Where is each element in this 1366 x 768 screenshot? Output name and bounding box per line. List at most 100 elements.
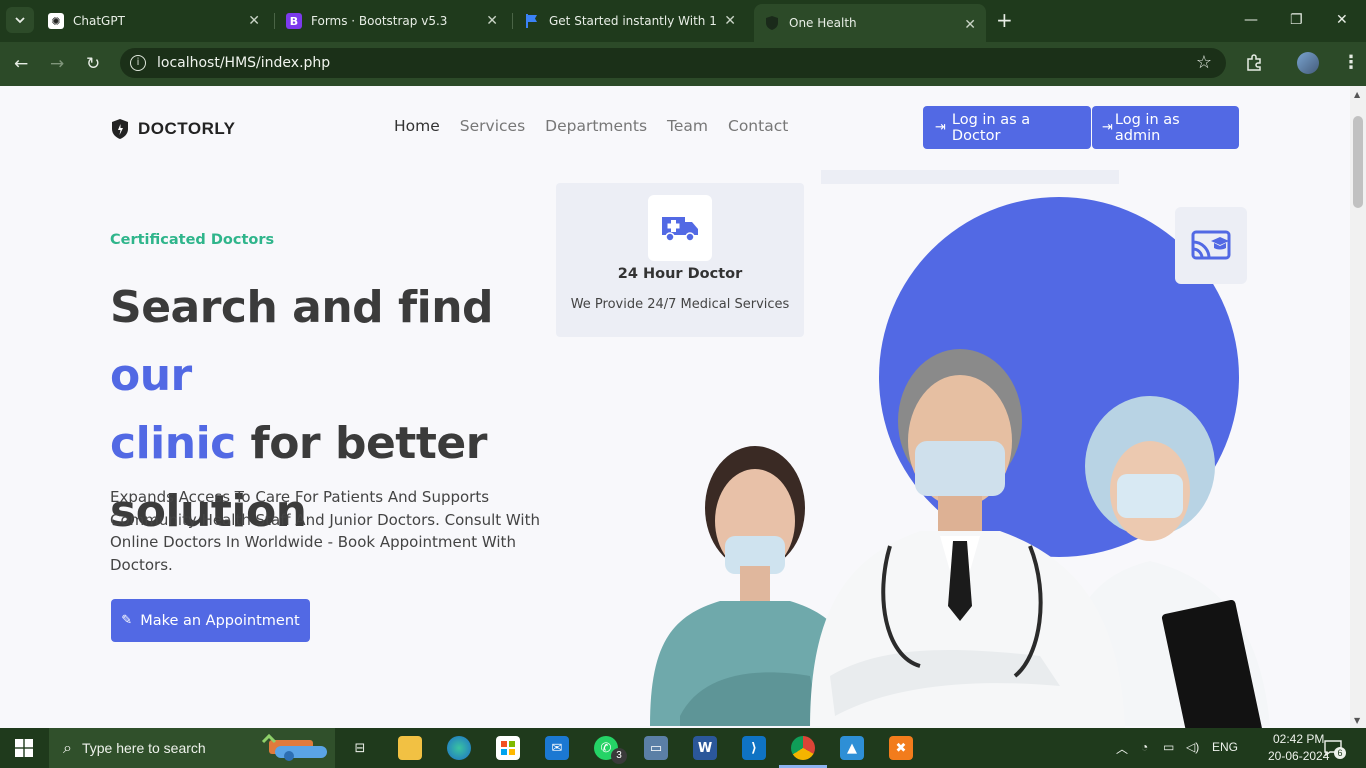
extensions-icon[interactable] [1245,54,1263,72]
tab-chatgpt[interactable]: ✺ ChatGPT ✕ [48,0,270,42]
shield-logo-icon [112,119,128,139]
nav-services[interactable]: Services [460,117,525,135]
laptop-app-icon[interactable]: ▭ [644,736,668,760]
page-scrollbar[interactable]: ▲ ▼ [1350,86,1366,728]
document-icon: ✎ [121,613,133,628]
search-icon: ⌕ [63,738,72,757]
nav-team[interactable]: Team [667,117,708,135]
feature-card-title: 24 Hour Doctor [617,266,743,282]
nav-departments[interactable]: Departments [545,117,647,135]
hero-description: Expands Access To Care For Patients And … [110,488,540,574]
language-indicator[interactable]: ENG [1212,740,1238,754]
close-window-button[interactable]: ✕ [1336,12,1348,28]
close-icon[interactable]: ✕ [248,13,260,29]
tab-one-health[interactable]: One Health ✕ [754,4,986,42]
tab-title: Get Started instantly With 1,000 [549,14,717,28]
tab-title: Forms · Bootstrap v5.3 [311,14,448,28]
clock-date: 20-06-2024 [1268,749,1330,763]
ambulance-icon [662,217,698,242]
photos-icon[interactable]: ▲ [840,736,864,760]
login-icon: ⇥ [935,120,946,135]
system-clock[interactable]: 02:42 PM 20-06-2024 [1268,731,1329,765]
make-appointment-button[interactable]: ✎ Make an Appointment [111,599,310,642]
chatgpt-icon: ✺ [48,13,64,29]
windows-taskbar: ⌕ Type here to search ⊟ ✉ ✆ 3 ▭ W ⟩ ▲ ✖ … [0,728,1366,768]
volume-icon[interactable]: ◁) [1186,740,1199,754]
whatsapp-badge: 3 [611,748,627,764]
chevron-up-icon[interactable]: ︿ [1116,740,1128,757]
browser-toolbar: ← → ↻ i localhost/HMS/index.php ☆ ⋮ [0,42,1366,86]
chrome-icon[interactable] [791,736,815,760]
clock-time: 02:42 PM [1273,732,1325,746]
tab-title: One Health [789,16,857,30]
notifications-button[interactable]: 6 [1322,737,1346,759]
feature-card-24-hour: 24 Hour Doctor We Provide 24/7 Medical S… [556,183,804,337]
new-tab-button[interactable]: + [996,10,1013,30]
bookmark-star-icon[interactable]: ☆ [1196,52,1212,73]
minimize-button[interactable]: — [1244,12,1258,28]
store-icon[interactable] [496,736,520,760]
tab-bootstrap[interactable]: B Forms · Bootstrap v5.3 ✕ [286,0,508,42]
ambulance-icon-box [648,195,712,261]
main-nav: Home Services Departments Team Contact [394,117,788,135]
vscode-icon[interactable]: ⟩ [742,736,766,760]
web-page: DOCTORLY Home Services Departments Team … [0,86,1350,728]
xampp-icon[interactable]: ✖ [889,736,913,760]
hero-highlight-2: clinic [110,418,236,469]
close-icon[interactable]: ✕ [486,13,498,29]
search-highlight-illustration [261,733,327,761]
education-card [1175,207,1247,284]
login-doctor-label: Log in as a Doctor [951,111,1031,144]
scroll-up-icon[interactable]: ▲ [1354,90,1360,99]
site-logo[interactable]: DOCTORLY [110,118,236,140]
task-view-icon[interactable]: ⊟ [348,736,372,760]
notification-count-badge: 6 [1334,747,1346,759]
decorative-strip [821,170,1119,184]
login-icon: ⇥ [1102,120,1113,135]
close-icon[interactable]: ✕ [724,13,736,29]
file-explorer-icon[interactable] [398,736,422,760]
site-info-icon[interactable]: i [130,55,146,71]
tab-separator [274,13,275,29]
windows-start-icon[interactable] [15,739,33,757]
logo-text: DOCTORLY [138,119,236,138]
tab-separator [512,13,513,29]
word-icon[interactable]: W [693,736,717,760]
flag-icon [526,14,537,28]
search-placeholder: Type here to search [81,740,206,756]
chevron-down-icon [15,16,25,23]
address-bar[interactable]: i localhost/HMS/index.php ☆ [120,48,1226,78]
mail-icon[interactable]: ✉ [545,736,569,760]
nav-home[interactable]: Home [394,117,440,135]
edge-icon[interactable] [447,736,471,760]
graduation-cast-icon [1191,230,1231,259]
restore-button[interactable]: ❐ [1290,12,1303,28]
login-admin-button[interactable]: ⇥ Log in as admin [1092,106,1239,149]
url-text[interactable]: localhost/HMS/index.php [157,55,330,71]
tab-get-started[interactable]: Get Started instantly With 1,000 ✕ [524,0,746,42]
back-arrow-icon[interactable]: ← [14,54,28,74]
network-icon[interactable]: ◔ [1141,740,1148,754]
tab-search-button[interactable] [6,7,34,33]
browser-menu-icon[interactable]: ⋮ [1342,52,1360,73]
tab-title: ChatGPT [73,14,125,28]
scroll-down-icon[interactable]: ▼ [1354,716,1360,725]
nav-contact[interactable]: Contact [728,117,788,135]
browser-tab-bar: ✺ ChatGPT ✕ B Forms · Bootstrap v5.3 ✕ G… [0,0,1366,42]
reload-icon[interactable]: ↻ [86,54,100,74]
hero-highlight-1: our [110,350,192,401]
close-icon[interactable]: ✕ [964,17,976,33]
login-doctor-button[interactable]: ⇥ Log in as a Doctor [923,106,1091,149]
appointment-button-label: Make an Appointment [140,612,300,629]
bootstrap-icon: B [286,13,302,29]
hero-text-part1: Search and find [110,282,494,333]
tagline: Certificated Doctors [110,232,275,248]
taskbar-search-box[interactable]: ⌕ Type here to search [49,728,335,768]
feature-card-subtitle: We Provide 24/7 Medical Services [570,297,790,312]
scrollbar-thumb[interactable] [1353,116,1363,208]
login-admin-label: Log in as admin [1114,111,1180,144]
battery-icon[interactable]: ▭ [1163,740,1174,754]
shield-icon [766,16,778,30]
profile-avatar[interactable] [1297,52,1319,74]
forward-arrow-icon[interactable]: → [50,54,64,74]
